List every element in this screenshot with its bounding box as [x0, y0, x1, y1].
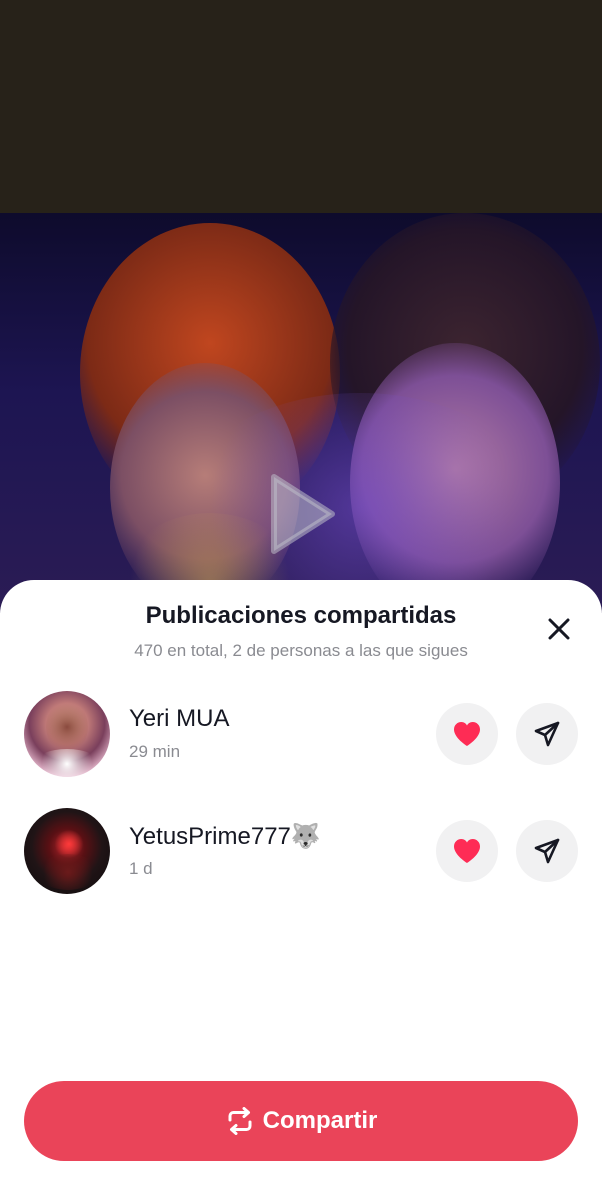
send-icon	[534, 838, 560, 864]
send-button[interactable]	[516, 820, 578, 882]
username[interactable]: Yeri MUA	[129, 705, 229, 733]
username[interactable]: YetusPrime777🐺	[129, 822, 321, 851]
top-bar	[0, 0, 602, 213]
list-item: Yeri MUA 29 min	[0, 691, 602, 779]
like-button[interactable]	[436, 820, 498, 882]
share-button[interactable]: Compartir	[24, 1081, 578, 1161]
send-icon	[534, 721, 560, 747]
share-time: 29 min	[129, 742, 181, 761]
avatar-detail	[46, 701, 88, 753]
sheet-title: Publicaciones compartidas	[145, 602, 457, 629]
share-time: 1 d	[129, 859, 153, 878]
play-icon[interactable]	[268, 473, 336, 555]
heart-icon	[454, 722, 480, 746]
screen: Publicaciones compartidas 470 en total, …	[0, 0, 602, 1200]
heart-icon	[454, 839, 480, 863]
like-button[interactable]	[436, 703, 498, 765]
avatar-detail	[38, 854, 98, 890]
sheet-subtitle: 470 en total, 2 de personas a las que si…	[134, 641, 468, 660]
video-player[interactable]	[0, 213, 602, 613]
list-item: YetusPrime777🐺 1 d	[0, 808, 602, 896]
share-button-label: Compartir	[262, 1107, 378, 1134]
close-button[interactable]	[540, 610, 578, 648]
send-button[interactable]	[516, 703, 578, 765]
avatar-detail	[34, 749, 100, 777]
repost-icon	[228, 1107, 252, 1135]
avatar[interactable]	[24, 691, 110, 777]
avatar[interactable]	[24, 808, 110, 894]
shared-posts-sheet: Publicaciones compartidas 470 en total, …	[0, 580, 602, 1200]
close-icon	[548, 618, 570, 640]
